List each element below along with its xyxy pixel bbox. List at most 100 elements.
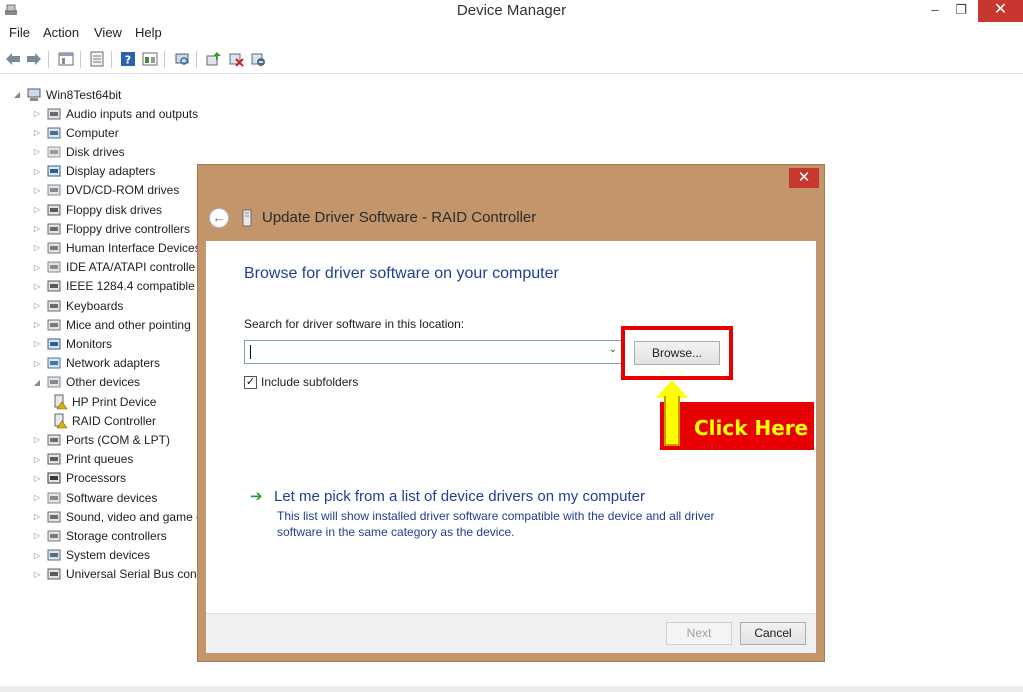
computer-icon <box>47 127 61 139</box>
device-tree[interactable]: ◢ Win8Test64bit ▷ Audio inputs and output… <box>0 82 220 682</box>
tree-root[interactable]: ◢ Win8Test64bit <box>12 85 121 104</box>
tree-item[interactable]: ▷ Processors <box>32 469 126 488</box>
menu-file[interactable]: File <box>9 25 30 40</box>
uninstall-icon[interactable] <box>227 50 245 68</box>
tree-item[interactable]: ▷ IDE ATA/ATAPI controlle <box>32 258 195 277</box>
expand-arrow-icon[interactable]: ▷ <box>32 167 42 176</box>
expand-arrow-icon[interactable]: ▷ <box>32 243 42 252</box>
tree-item[interactable]: ▷ Mice and other pointing <box>32 315 191 334</box>
dialog-title: Update Driver Software - RAID Controller <box>262 209 537 226</box>
expand-arrow-icon[interactable]: ▷ <box>32 359 42 368</box>
expand-arrow-icon[interactable]: ▷ <box>32 224 42 233</box>
tree-item[interactable]: HP Print Device <box>52 392 156 411</box>
toolbar-separator <box>80 51 81 68</box>
update-driver-icon[interactable] <box>204 50 222 68</box>
help-icon[interactable]: ? <box>119 50 137 68</box>
expand-arrow-icon[interactable]: ▷ <box>32 435 42 444</box>
back-icon[interactable] <box>4 50 22 68</box>
processor-icon <box>47 472 61 484</box>
include-subfolders-checkbox[interactable]: ✓ <box>244 375 257 389</box>
toolbar-separator <box>164 51 165 68</box>
tree-item[interactable]: RAID Controller <box>52 411 156 430</box>
tree-item[interactable]: ▷ DVD/CD-ROM drives <box>32 181 179 200</box>
pick-from-list-description: This list will show installed driver sof… <box>277 509 715 539</box>
expand-arrow-icon[interactable]: ▷ <box>32 320 42 329</box>
network-icon <box>47 357 61 369</box>
next-button[interactable]: Next <box>666 622 732 645</box>
sound-icon <box>47 511 61 523</box>
tree-item-label: Computer <box>66 125 119 140</box>
tree-item[interactable]: ▷ Keyboards <box>32 296 123 315</box>
tree-item[interactable]: ▷ Display adapters <box>32 162 155 181</box>
tree-item[interactable]: ▷ Sound, video and game c <box>32 507 202 526</box>
view-icon[interactable] <box>141 50 159 68</box>
back-arrow-icon[interactable]: ← <box>209 208 229 228</box>
expand-arrow-icon[interactable]: ▷ <box>32 455 42 464</box>
collapse-arrow-icon[interactable]: ◢ <box>12 90 22 99</box>
menu-bar: File Action View Help <box>0 22 1023 44</box>
pick-from-list-link[interactable]: ➔ Let me pick from a list of device driv… <box>250 487 645 506</box>
tree-item[interactable]: ▷ Floppy drive controllers <box>32 219 190 238</box>
tree-item[interactable]: ▷ Network adapters <box>32 354 160 373</box>
properties-icon[interactable] <box>57 50 75 68</box>
storage-icon <box>47 530 61 542</box>
maximize-button[interactable]: ❐ <box>946 0 976 22</box>
expand-arrow-icon[interactable]: ▷ <box>32 147 42 156</box>
tree-item[interactable]: ▷ Universal Serial Bus contr <box>32 565 204 584</box>
tree-item[interactable]: ▷ IEEE 1284.4 compatible p <box>32 277 205 296</box>
arrow-shaft <box>664 396 680 446</box>
tree-item-label: Floppy disk drives <box>66 202 163 217</box>
disable-icon[interactable] <box>249 50 267 68</box>
scan-hardware-icon[interactable] <box>173 50 191 68</box>
tree-item[interactable]: ▷ Ports (COM & LPT) <box>32 430 170 449</box>
tree-item[interactable]: ▷ Print queues <box>32 450 133 469</box>
menu-action[interactable]: Action <box>43 25 79 40</box>
tree-item[interactable]: ▷ Software devices <box>32 488 157 507</box>
tree-item-label: Audio inputs and outputs <box>66 106 199 121</box>
show-hidden-icon[interactable] <box>88 50 106 68</box>
tree-item-label: IEEE 1284.4 compatible p <box>66 279 205 294</box>
computer-icon <box>27 88 41 101</box>
tree-item[interactable]: ▷ Storage controllers <box>32 526 167 545</box>
tree-item[interactable]: ▷ Audio inputs and outputs <box>32 104 198 123</box>
tree-item-label: Mice and other pointing <box>66 317 191 332</box>
dialog-heading: Browse for driver software on your compu… <box>244 265 559 282</box>
chevron-down-icon[interactable]: ⌄ <box>609 344 617 355</box>
dialog-close-button[interactable]: ✕ <box>789 168 819 188</box>
expand-arrow-icon[interactable]: ▷ <box>32 339 42 348</box>
expand-arrow-icon[interactable]: ▷ <box>32 531 42 540</box>
pick-from-list-label[interactable]: Let me pick from a list of device driver… <box>274 488 645 505</box>
include-subfolders-option[interactable]: ✓ Include subfolders <box>244 375 358 389</box>
expand-arrow-icon[interactable]: ▷ <box>32 186 42 195</box>
tree-item[interactable]: ▷ Disk drives <box>32 142 125 161</box>
tree-item[interactable]: ▷ Floppy disk drives <box>32 200 162 219</box>
tree-item[interactable]: ▷ Human Interface Devices <box>32 238 201 257</box>
expand-arrow-icon[interactable]: ▷ <box>32 551 42 560</box>
menu-help[interactable]: Help <box>135 25 162 40</box>
location-combobox[interactable]: ⌄ <box>244 340 622 364</box>
expand-arrow-icon[interactable]: ▷ <box>32 282 42 291</box>
tree-item[interactable]: ▷ System devices <box>32 546 150 565</box>
expand-arrow-icon[interactable]: ▷ <box>32 570 42 579</box>
expand-arrow-icon[interactable]: ▷ <box>32 263 42 272</box>
dialog-header: ← Update Driver Software - RAID Controll… <box>198 195 824 240</box>
expand-arrow-icon[interactable]: ▷ <box>32 493 42 502</box>
tree-item[interactable]: ◢ Other devices <box>32 373 140 392</box>
cancel-button[interactable]: Cancel <box>740 622 806 645</box>
expand-arrow-icon[interactable]: ▷ <box>32 205 42 214</box>
forward-icon[interactable] <box>25 50 43 68</box>
include-subfolders-label[interactable]: Include subfolders <box>261 375 358 389</box>
tree-item[interactable]: ▷ Computer <box>32 123 119 142</box>
expand-arrow-icon[interactable]: ▷ <box>32 512 42 521</box>
tree-item[interactable]: ▷ Monitors <box>32 334 112 353</box>
expand-arrow-icon[interactable]: ▷ <box>32 109 42 118</box>
expand-arrow-icon[interactable]: ▷ <box>32 128 42 137</box>
click-here-callout: Click Here <box>656 380 814 450</box>
toolbar-separator <box>111 51 112 68</box>
device-icon <box>242 209 252 227</box>
close-button[interactable]: ✕ <box>978 0 1023 22</box>
expand-arrow-icon[interactable]: ▷ <box>32 301 42 310</box>
collapse-arrow-icon[interactable]: ◢ <box>32 378 42 387</box>
menu-view[interactable]: View <box>94 25 122 40</box>
expand-arrow-icon[interactable]: ▷ <box>32 474 42 483</box>
